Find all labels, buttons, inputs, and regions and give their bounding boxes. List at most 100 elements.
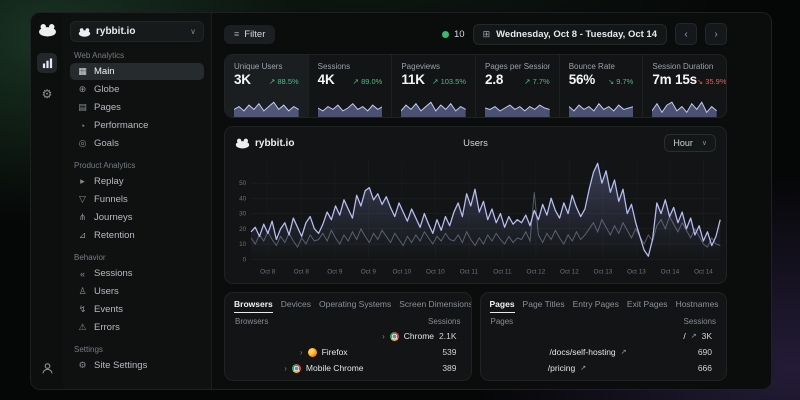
chevron-right-icon[interactable]: › — [284, 364, 287, 373]
sidebar-item-label: Events — [94, 304, 123, 315]
sidebar-item-label: Pages — [94, 102, 121, 113]
filter-button[interactable]: ≡ Filter — [224, 25, 275, 44]
warning-icon: ⚠ — [77, 322, 88, 333]
icon-rail: ⚙ — [31, 13, 63, 389]
stat-change: ↘35.9% — [697, 77, 727, 86]
stat-value: 11K — [401, 72, 424, 87]
date-range-picker[interactable]: ⊞ Wednesday, Oct 8 - Tuesday, Oct 14 — [473, 24, 667, 45]
sidebar-item-sessions[interactable]: «Sessions — [70, 265, 204, 282]
sidebar-item-label: Site Settings — [94, 360, 147, 371]
row-value: 389 — [442, 363, 456, 373]
stat-card-unique-users[interactable]: Unique Users3K↗88.5% — [225, 55, 308, 117]
tab-screen-dimensions[interactable]: Screen Dimensions — [399, 299, 471, 312]
chart-header: rybbit.io Users Hour ∨ — [225, 127, 726, 153]
firefox-icon — [308, 348, 317, 357]
stat-card-pages-per-session[interactable]: Pages per Session2.8↗7.7% — [475, 55, 559, 117]
stat-sparkline — [234, 99, 299, 117]
stat-label: Pages per Session — [485, 62, 550, 71]
table-row[interactable]: /pricing↗666 — [490, 361, 718, 375]
stat-label: Unique Users — [234, 62, 299, 71]
chevron-right-icon[interactable]: › — [282, 380, 285, 382]
tab-devices[interactable]: Devices — [281, 299, 311, 312]
sidebar-item-label: Goals — [94, 138, 119, 149]
tab-browsers[interactable]: Browsers — [234, 299, 273, 313]
fork-icon: ⋔ — [77, 212, 88, 223]
external-link-icon[interactable]: ↗ — [691, 332, 697, 340]
trend-up-icon: ↗ — [353, 77, 359, 86]
tab-operating-systems[interactable]: Operating Systems — [319, 299, 391, 312]
tab-entry-pages[interactable]: Entry Pages — [573, 299, 619, 312]
stat-card-session-duration[interactable]: Session Duration7m 15s↘35.9% — [642, 55, 726, 117]
sidebar-item-retention[interactable]: ⊿Retention — [70, 227, 204, 244]
sidebar-item-funnels[interactable]: ▽Funnels — [70, 191, 204, 208]
sidebar-item-errors[interactable]: ⚠ Errors — [70, 319, 204, 336]
external-link-icon[interactable]: ↗ — [621, 348, 627, 356]
table-row[interactable]: › Mobile Chrome 389 — [234, 361, 462, 375]
x-axis-label: Oct 9 — [327, 269, 343, 276]
sidebar-item-label: Sessions — [94, 268, 133, 279]
sidebar-item-site-settings[interactable]: ⚙Site Settings — [70, 357, 204, 374]
row-label: Mobile Safari — [304, 379, 354, 381]
settings-rail-button[interactable]: ⚙ — [37, 84, 57, 104]
x-axis-label: Oct 14 — [694, 269, 713, 276]
account-button[interactable] — [41, 362, 54, 380]
sidebar-item-label: Journeys — [94, 212, 133, 223]
sidebar-item-label: Performance — [94, 120, 148, 131]
sidebar-item-replay[interactable]: ▸Replay — [70, 173, 204, 190]
sidebar-item-journeys[interactable]: ⋔ Journeys — [70, 209, 204, 226]
gauge-icon: ◔ — [77, 121, 88, 131]
stat-sparkline — [485, 99, 550, 117]
chart-brand: rybbit.io — [235, 137, 294, 149]
tab-pages[interactable]: Pages — [490, 299, 515, 313]
workspace-name: rybbit.io — [96, 26, 135, 37]
table-row[interactable]: /↗3K — [490, 329, 718, 343]
trend-down-icon: ↘ — [608, 77, 614, 86]
table-row[interactable]: ›Mobile Safari369 — [234, 377, 462, 381]
row-value: 690 — [698, 347, 712, 357]
x-axis-label: Oct 8 — [294, 269, 310, 276]
table-row[interactable]: ›Firefox539 — [234, 345, 462, 359]
x-axis-label: Oct 13 — [594, 269, 613, 276]
chevron-right-icon[interactable]: › — [382, 332, 385, 341]
stat-card-sessions[interactable]: Sessions4K↗89.0% — [308, 55, 392, 117]
safari-icon — [290, 380, 299, 382]
workspace-selector[interactable]: rybbit.io ∨ — [70, 21, 204, 42]
y-axis-label: 40 — [239, 195, 246, 202]
x-axis-label: Oct 10 — [392, 269, 411, 276]
chevron-left-icon: ‹ — [684, 29, 687, 40]
chevron-right-icon[interactable]: › — [300, 348, 303, 357]
chart-title: Users — [463, 138, 488, 149]
sidebar-item-goals[interactable]: ◎Goals — [70, 135, 204, 152]
column-header: Pages — [491, 317, 514, 326]
sidebar-item-events[interactable]: ↯Events — [70, 301, 204, 318]
column-header: Browsers — [235, 317, 268, 326]
sidebar-item-main[interactable]: ▦Main — [70, 63, 204, 80]
tab-hostnames[interactable]: Hostnames — [676, 299, 719, 312]
filter-label: Filter — [244, 29, 265, 40]
analytics-rail-button[interactable] — [37, 53, 57, 73]
next-period-button[interactable]: › — [705, 23, 727, 45]
table-row[interactable]: /docs↗644 — [490, 377, 718, 381]
sidebar-item-label: Users — [94, 286, 119, 297]
table-row[interactable]: ›Chrome2.1K — [234, 329, 462, 343]
interval-select[interactable]: Hour ∨ — [664, 134, 716, 152]
table-row[interactable]: /docs/self-hosting↗690 — [490, 345, 718, 359]
row-label: Mobile Chrome — [306, 363, 364, 373]
row-label: Firefox — [322, 347, 348, 357]
sidebar-item-users[interactable]: ♙Users — [70, 283, 204, 300]
filter-icon: ≡ — [234, 29, 239, 39]
sidebar-item-performance[interactable]: ◔ Performance — [70, 117, 204, 134]
tab-exit-pages[interactable]: Exit Pages — [627, 299, 668, 312]
trend-up-icon: ↗ — [524, 77, 530, 86]
tab-page-titles[interactable]: Page Titles — [523, 299, 565, 312]
calendar-icon: ⊞ — [483, 29, 491, 40]
sidebar-item-globe[interactable]: ⊕Globe — [70, 81, 204, 98]
external-link-icon[interactable]: ↗ — [572, 380, 578, 381]
value-header: Sessions — [428, 317, 460, 326]
stat-card-bounce-rate[interactable]: Bounce Rate56%↘9.7% — [559, 55, 643, 117]
sidebar-item-label: Errors — [94, 322, 120, 333]
previous-period-button[interactable]: ‹ — [675, 23, 697, 45]
stat-card-pageviews[interactable]: Pageviews11K↗103.5% — [391, 55, 475, 117]
sidebar-item-pages[interactable]: ▤Pages — [70, 99, 204, 116]
external-link-icon[interactable]: ↗ — [580, 364, 586, 372]
